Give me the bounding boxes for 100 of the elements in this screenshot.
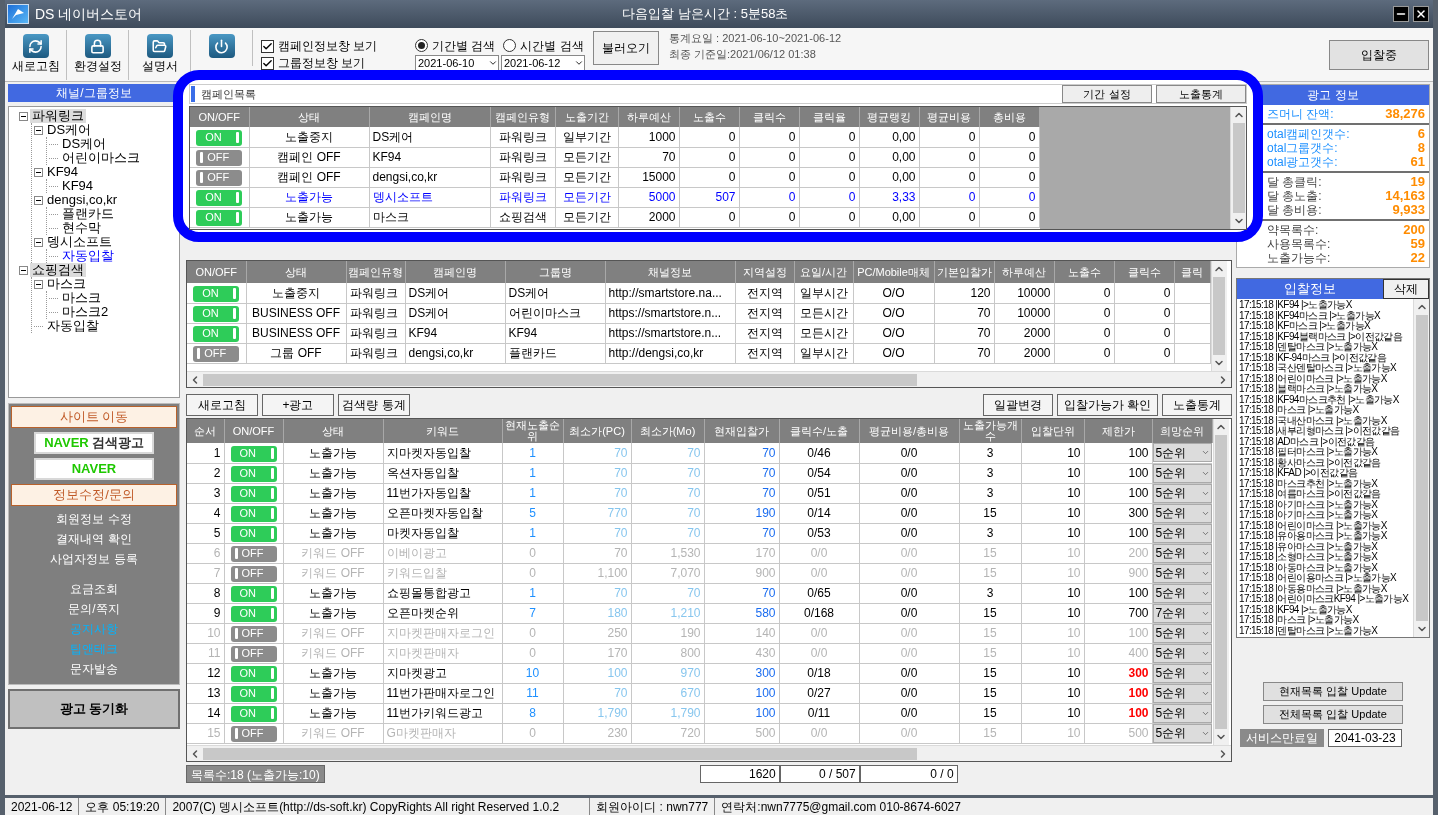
tree-item[interactable]: dengsi,co,kr xyxy=(45,193,120,207)
table-cell: 230 xyxy=(563,723,631,743)
panel-button[interactable]: 노출통계 xyxy=(1156,85,1246,103)
action-button[interactable]: 새로고침 xyxy=(186,394,258,416)
nav-link[interactable]: 문자발송 xyxy=(70,659,118,679)
tree-item[interactable]: 플랜카드 xyxy=(60,207,116,221)
update-button[interactable]: 현재목록 입찰 Update xyxy=(1263,682,1403,701)
bid-status-button[interactable]: 입찰중 xyxy=(1329,39,1429,70)
collapse-icon[interactable] xyxy=(19,111,28,121)
collapse-icon[interactable] xyxy=(34,237,43,247)
action-button[interactable]: 노출통계 xyxy=(1162,394,1232,416)
minimize-button[interactable] xyxy=(1393,6,1409,22)
nav-link[interactable]: 사업자정보 등록 xyxy=(50,549,138,569)
horizontal-scrollbar[interactable] xyxy=(187,371,1231,387)
delete-button[interactable]: 삭제 xyxy=(1383,279,1429,299)
row-number: 5 xyxy=(187,523,224,543)
checkbox-option[interactable]: 캠페인정보창 보기 xyxy=(261,39,411,53)
settings-button[interactable]: 환경설정 xyxy=(67,30,129,80)
sync-button[interactable]: 광고 동기화 xyxy=(8,689,180,729)
tree-item[interactable]: 자동입찰 xyxy=(45,319,101,333)
tree-item[interactable]: 자동입찰 xyxy=(60,249,116,263)
tree-item[interactable]: 어린이마스크 xyxy=(60,151,142,165)
panel-title: 캠페인목록 xyxy=(201,86,256,102)
table-cell: 70 xyxy=(563,463,631,483)
table-cell: 10 xyxy=(1021,483,1084,503)
table-cell: 모든기간 xyxy=(555,207,618,227)
horizontal-scrollbar[interactable] xyxy=(187,745,1231,761)
table-cell: 507 xyxy=(679,187,739,207)
table-cell: 10 xyxy=(1021,703,1084,723)
tree-item[interactable]: 파워링크 xyxy=(30,109,86,123)
table-cell: 쇼핑몰통합광고 xyxy=(383,583,502,603)
column-header: 평균비용 xyxy=(919,107,979,127)
collapse-icon[interactable] xyxy=(34,195,43,205)
table-cell: 430 xyxy=(704,643,779,663)
action-button[interactable]: 검색량 통계 xyxy=(338,394,410,416)
table-cell: 70 xyxy=(563,523,631,543)
table-cell: 캠페인 OFF xyxy=(249,147,369,167)
table-cell: 10 xyxy=(1021,583,1084,603)
load-button[interactable]: 불러오기 xyxy=(593,31,659,65)
tree-item[interactable]: 현수막 xyxy=(60,221,103,235)
table-cell: 0 xyxy=(799,187,859,207)
refresh-button[interactable]: 새로고침 xyxy=(5,30,67,80)
tree-item[interactable]: 마스크 xyxy=(60,291,103,305)
action-button[interactable]: 입찰가능가 확인 xyxy=(1056,394,1158,416)
table-cell: 800 xyxy=(631,643,704,663)
nav-link[interactable]: 문의/쪽지 xyxy=(68,599,120,619)
vertical-scrollbar[interactable] xyxy=(1413,299,1429,637)
tree-item[interactable]: DS케어 xyxy=(60,137,109,151)
checkbox-option[interactable]: 그룹정보창 보기 xyxy=(261,56,411,70)
table-cell: 0 xyxy=(739,167,799,187)
update-button[interactable]: 전체목록 입찰 Update xyxy=(1263,705,1403,724)
tree-item[interactable]: 마스크2 xyxy=(60,305,111,319)
vertical-scrollbar[interactable] xyxy=(1212,419,1229,745)
action-button[interactable]: 일괄변경 xyxy=(982,394,1053,416)
collapse-icon[interactable] xyxy=(34,125,43,135)
site-link[interactable]: NAVER 검색광고 xyxy=(34,432,154,454)
radio-option[interactable]: 기간별 검색 xyxy=(415,38,496,53)
tree-item[interactable]: 뎅시소프트 xyxy=(45,235,114,249)
column-header: 캠페인명 xyxy=(369,107,490,127)
date-field[interactable]: 2021-06-10 xyxy=(415,54,499,71)
tree-item[interactable]: DS케어 xyxy=(45,123,94,137)
table-cell: 0 xyxy=(679,147,739,167)
nav-link[interactable]: 회원정보 수정 xyxy=(56,509,132,529)
column-header: 클릭수 xyxy=(1114,261,1174,283)
table-cell: 3 xyxy=(959,523,1021,543)
tree-item[interactable]: KF94 xyxy=(60,179,96,193)
tree-item[interactable]: 마스크 xyxy=(45,277,88,291)
table-cell: 700 xyxy=(1084,603,1152,623)
nav-link[interactable]: 결재내역 확인 xyxy=(56,529,132,549)
close-icon xyxy=(1415,8,1427,20)
info-value: 8 xyxy=(1417,141,1425,155)
table-cell: 0/27 xyxy=(779,683,859,703)
table-cell: 전지역 xyxy=(735,303,794,323)
action-button[interactable]: +광고 xyxy=(262,394,334,416)
rank-dropdown[interactable]: 5순위 xyxy=(1152,443,1212,463)
vertical-scrollbar[interactable] xyxy=(1230,107,1246,229)
table-cell: 100 xyxy=(704,683,779,703)
collapse-icon[interactable] xyxy=(34,279,43,289)
tree-item[interactable]: 쇼핑검색 xyxy=(30,263,86,277)
table-cell: 0/11 xyxy=(779,703,859,723)
panel-button[interactable]: 기간 설정 xyxy=(1062,85,1152,103)
table-cell: 720 xyxy=(631,723,704,743)
nav-link[interactable]: 요금조회 xyxy=(70,579,118,599)
column-header: 희망순위 xyxy=(1152,419,1212,443)
table-cell: 1 xyxy=(502,463,563,483)
log-line: 17:15:18 |KFAD |>이전값같음 xyxy=(1239,468,1358,479)
table-cell: 70 xyxy=(631,583,704,603)
section-header: 사이트 이동 xyxy=(11,406,177,428)
table-cell: 300 xyxy=(1084,663,1152,683)
collapse-icon[interactable] xyxy=(34,167,43,177)
table-cell: 0/0 xyxy=(779,723,859,743)
table-cell: 0 xyxy=(502,643,563,663)
table-cell: 1 xyxy=(502,443,563,463)
tree-item[interactable]: KF94 xyxy=(45,165,81,179)
table-cell: 0/0 xyxy=(779,643,859,663)
date-field[interactable]: 2021-06-12 xyxy=(501,54,585,71)
radio-option[interactable]: 시간별 검색 xyxy=(503,38,584,53)
close-button[interactable] xyxy=(1413,6,1429,22)
list-count: 목록수:18 (노출가능:10) xyxy=(186,765,325,783)
collapse-icon[interactable] xyxy=(19,265,28,275)
